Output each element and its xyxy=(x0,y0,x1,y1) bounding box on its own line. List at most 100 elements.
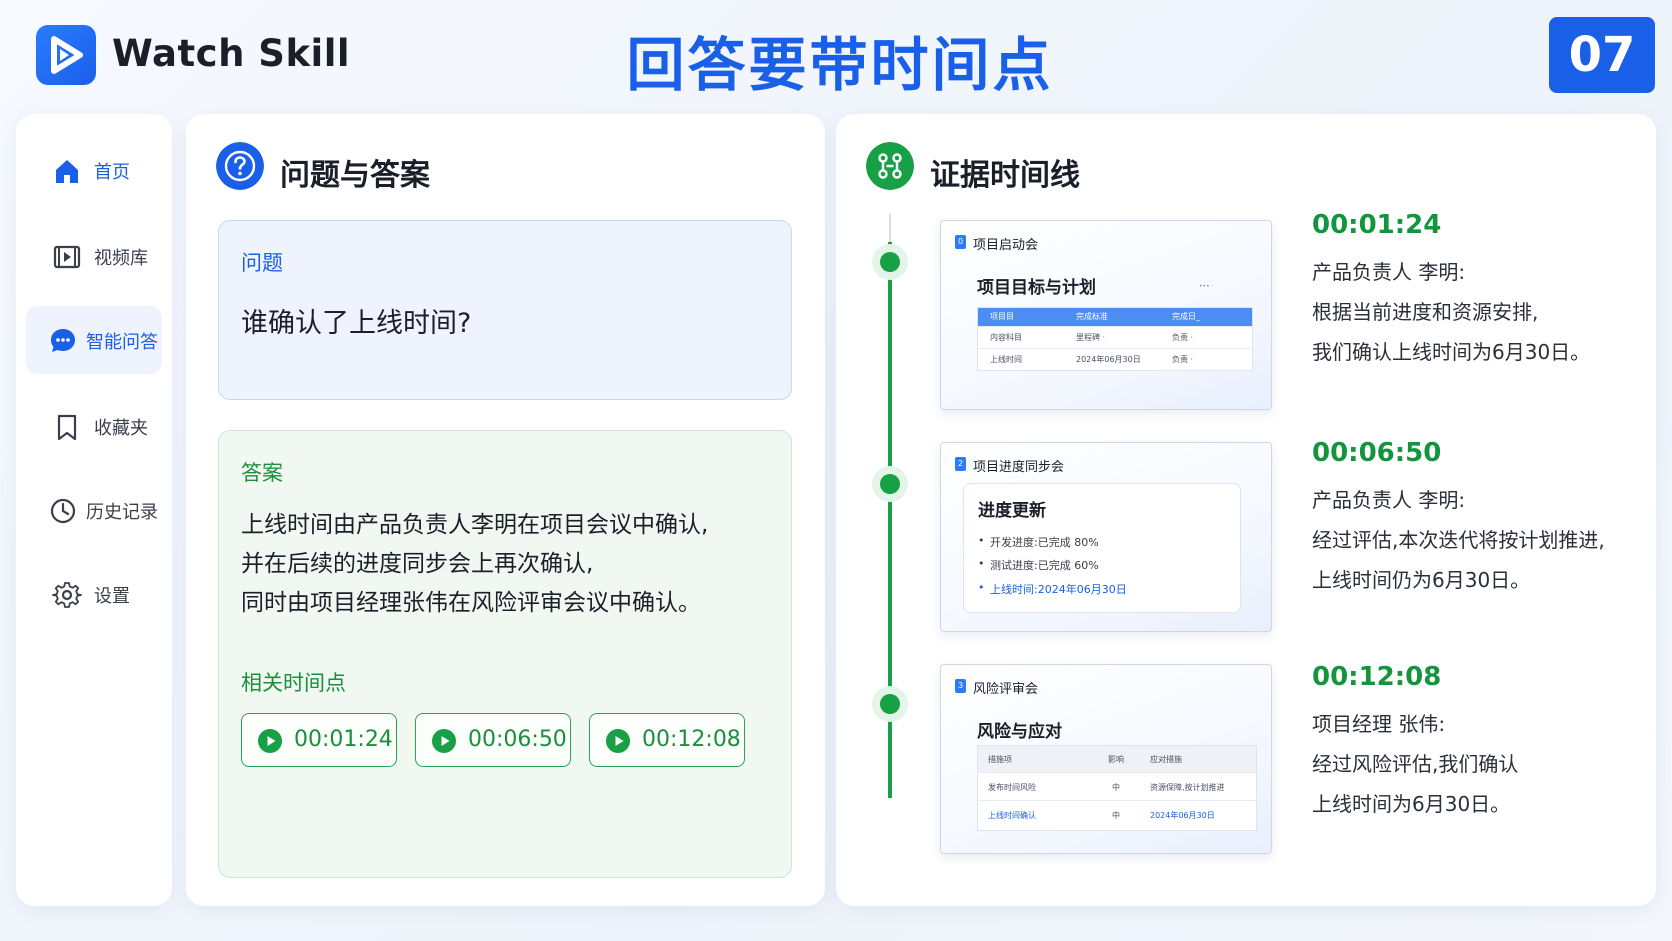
table-cell: 上线时间 xyxy=(990,355,1022,364)
timestamp-button[interactable]: 00:01:24 xyxy=(241,713,397,767)
timeline-dot xyxy=(872,244,908,280)
page-number-badge: 07 xyxy=(1549,17,1655,93)
answer-line: 同时由项目经理张伟在风险评审会议中确认。 xyxy=(241,590,701,616)
timestamp-text: 00:01:24 xyxy=(294,727,393,752)
event-speaker: 产品负责人 李明: xyxy=(1312,260,1466,284)
meeting-title: 项目进度同步会 xyxy=(973,460,1065,475)
play-circle-icon xyxy=(258,729,282,753)
sidebar-item-smart-qa[interactable]: 智能问答 xyxy=(26,306,162,374)
timestamp-text: 00:06:50 xyxy=(468,727,567,752)
table-cell: 资源保障,按计划推进 xyxy=(1150,783,1225,792)
progress-box: 进度更新 开发进度:已完成 80% 测试进度:已完成 60% 上线时间:2024… xyxy=(963,483,1241,613)
sidebar-item-label: 视频库 xyxy=(94,248,148,269)
event-quote-line: 我们确认上线时间为6月30日。 xyxy=(1312,340,1591,364)
slide-note: ••• · xyxy=(1199,283,1214,290)
evidence-thumbnail[interactable]: 0 项目启动会 项目目标与计划 ••• · 项目目 完成标准 完成日_ 内容科目… xyxy=(940,220,1272,410)
table-header-cell: 完成标准 xyxy=(1076,312,1108,321)
progress-item-highlight: 上线时间:2024年06月30日 xyxy=(978,581,1127,597)
question-circle-icon xyxy=(216,142,264,190)
timeline-node-icon xyxy=(866,142,914,190)
event-quote-line: 上线时间仍为6月30日。 xyxy=(1312,568,1531,592)
evidence-thumbnail[interactable]: 2 项目进度同步会 进度更新 开发进度:已完成 80% 测试进度:已完成 60%… xyxy=(940,442,1272,632)
table-header-row: 措施项 影响 应对措施 xyxy=(978,746,1256,772)
table-header-cell: 措施项 xyxy=(988,755,1012,764)
gear-icon xyxy=(52,582,82,608)
sidebar-item-label: 收藏夹 xyxy=(94,418,148,439)
table-header-cell: 项目目 xyxy=(990,312,1014,321)
timestamp-text: 00:12:08 xyxy=(642,727,741,752)
event-timestamp[interactable]: 00:06:50 xyxy=(1312,438,1441,468)
sidebar-item-label: 首页 xyxy=(94,162,130,183)
table-cell: 中 xyxy=(1112,783,1120,792)
progress-item: 开发进度:已完成 80% xyxy=(978,534,1099,550)
chat-icon xyxy=(51,329,75,352)
play-logo-icon xyxy=(51,36,83,74)
slide-tag: 0 xyxy=(955,235,966,249)
slide-heading: 风险与应对 xyxy=(977,722,1062,742)
timestamp-button[interactable]: 00:12:08 xyxy=(589,713,745,767)
question-box: 问题 谁确认了上线时间? xyxy=(218,220,792,400)
table-row: 发布时间风险 中 资源保障,按计划推进 xyxy=(978,772,1256,800)
brand-name: Watch Skill xyxy=(112,32,351,75)
sidebar-item-label: 历史记录 xyxy=(86,502,158,523)
table-cell: 中 xyxy=(1112,811,1120,820)
table-cell: 里程碑 · xyxy=(1076,333,1106,342)
table-cell: 内容科目 xyxy=(990,333,1022,342)
table-row: 上线时间 2024年06月30日 负责 · xyxy=(978,348,1252,370)
timeline-dot xyxy=(872,466,908,502)
meeting-title: 项目启动会 xyxy=(973,238,1039,253)
table-cell: 发布时间风险 xyxy=(988,783,1036,792)
table-cell: 2024年06月30日 xyxy=(1076,355,1141,364)
table-row: 内容科目 里程碑 · 负责 · xyxy=(978,326,1252,348)
evidence-timeline-panel: 证据时间线 0 项目启动会 项目目标与计划 ••• · 项目目 完成标准 完成日… xyxy=(836,114,1656,906)
slide-tag: 3 xyxy=(955,679,966,693)
timestamp-button[interactable]: 00:06:50 xyxy=(415,713,571,767)
sidebar-item-settings[interactable]: 设置 xyxy=(26,560,162,628)
slide-heading: 进度更新 xyxy=(978,501,1046,521)
event-quote-line: 根据当前进度和资源安排, xyxy=(1312,300,1539,324)
play-circle-icon xyxy=(432,729,456,753)
event-speaker: 产品负责人 李明: xyxy=(1312,488,1466,512)
event-timestamp[interactable]: 00:01:24 xyxy=(1312,210,1441,240)
table-header-cell: 影响 xyxy=(1108,755,1124,764)
bookmark-icon xyxy=(57,414,77,441)
qa-panel: 问题与答案 问题 谁确认了上线时间? 答案 上线时间由产品负责人李明在项目会议中… xyxy=(186,114,825,906)
sidebar: 首页 视频库 智能问答 收藏夹 历史记录 设置 xyxy=(16,114,172,906)
answer-line: 上线时间由产品负责人李明在项目会议中确认, xyxy=(241,512,709,538)
event-timestamp[interactable]: 00:12:08 xyxy=(1312,662,1441,692)
table-header-row: 项目目 完成标准 完成日_ xyxy=(978,308,1252,326)
sidebar-item-history[interactable]: 历史记录 xyxy=(26,476,162,544)
question-label: 问题 xyxy=(241,251,283,275)
watch-skill-logo[interactable] xyxy=(36,25,96,85)
table-header-cell: 完成日_ xyxy=(1172,312,1200,321)
risk-table: 措施项 影响 应对措施 发布时间风险 中 资源保障,按计划推进 上线时间确认 中… xyxy=(977,745,1257,831)
answer-line: 并在后续的进度同步会上再次确认, xyxy=(241,551,594,577)
question-text: 谁确认了上线时间? xyxy=(241,308,472,339)
sidebar-item-favorites[interactable]: 收藏夹 xyxy=(26,392,162,460)
timeline-line-lead xyxy=(889,214,891,242)
table-cell: 负责 · xyxy=(1172,355,1194,364)
header: Watch Skill 回答要带时间点 07 xyxy=(0,0,1672,110)
sidebar-item-label: 智能问答 xyxy=(86,332,158,353)
table-cell: 2024年06月30日 xyxy=(1150,811,1215,820)
progress-item: 测试进度:已完成 60% xyxy=(978,557,1099,573)
plan-table: 项目目 完成标准 完成日_ 内容科目 里程碑 · 负责 · 上线时间 2024年… xyxy=(977,307,1253,371)
history-icon xyxy=(50,498,76,524)
event-quote-line: 经过评估,本次迭代将按计划推进, xyxy=(1312,528,1605,552)
slide-tag: 2 xyxy=(955,457,966,471)
sidebar-item-label: 设置 xyxy=(94,586,130,607)
qa-section-title: 问题与答案 xyxy=(280,158,430,193)
event-quote-line: 经过风险评估,我们确认 xyxy=(1312,752,1519,776)
sidebar-item-home[interactable]: 首页 xyxy=(26,136,162,204)
table-header-cell: 应对措施 xyxy=(1150,755,1182,764)
event-speaker: 项目经理 张伟: xyxy=(1312,712,1446,736)
page-title: 回答要带时间点 xyxy=(626,31,1054,99)
related-timestamps-label: 相关时间点 xyxy=(241,671,346,695)
answer-label: 答案 xyxy=(241,461,283,485)
home-icon xyxy=(56,160,78,183)
evidence-thumbnail[interactable]: 3 风险评审会 风险与应对 措施项 影响 应对措施 发布时间风险 中 资源保障,… xyxy=(940,664,1272,854)
event-quote-line: 上线时间为6月30日。 xyxy=(1312,792,1511,816)
sidebar-item-video-library[interactable]: 视频库 xyxy=(26,222,162,290)
play-circle-icon xyxy=(606,729,630,753)
table-row-highlight: 上线时间确认 中 2024年06月30日 xyxy=(978,800,1256,828)
